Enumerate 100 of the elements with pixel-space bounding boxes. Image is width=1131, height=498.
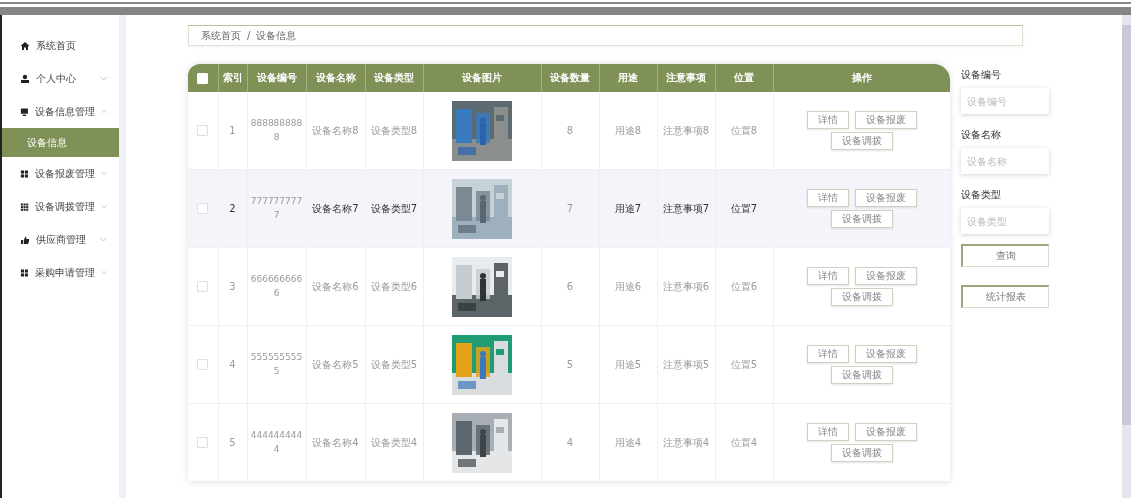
table-cell-text: 6 xyxy=(566,280,574,294)
table-cell-text: 用途4 xyxy=(614,436,642,450)
filter-label: 设备编号 xyxy=(961,68,1002,82)
action-button[interactable]: 设备调拨 xyxy=(830,366,893,384)
table-cell: 4444444444 xyxy=(250,429,303,456)
table-cell: 7777777777 xyxy=(250,195,303,222)
table-row[interactable]: 5 4444444444 设备名称4 设备类型4 4 用途4 注意事项4 位置4 详情 设备报废 设备调拨 xyxy=(188,403,950,482)
table-cell-text: 3 xyxy=(229,280,236,294)
action-button[interactable]: 详情 xyxy=(806,345,849,363)
table-cell-text: 5 xyxy=(229,436,236,450)
table-cell-text: 设备名称4 xyxy=(312,436,359,450)
row-checkbox[interactable] xyxy=(197,125,209,137)
table-row[interactable]: 1 8888888888 设备名称8 设备类型8 8 用途8 注意事项8 位置8 详情 设备报废 设备调拨 xyxy=(188,92,950,170)
monitor-icon xyxy=(20,106,29,117)
sidebar-item[interactable]: 个人中心 xyxy=(2,62,119,95)
input-field[interactable]: 设备名称 xyxy=(961,148,1049,174)
grid-icon xyxy=(20,168,29,179)
action-button[interactable]: 设备报废 xyxy=(854,189,917,207)
table-cell-text: 用途7 xyxy=(614,202,642,216)
action-button[interactable]: 详情 xyxy=(806,111,849,129)
select-all-checkbox[interactable] xyxy=(197,72,209,84)
filter-label: 设备类型 xyxy=(961,188,1002,202)
column-header: 设备类型 xyxy=(365,64,423,92)
action-button[interactable]: 详情 xyxy=(806,267,849,285)
sidebar-subitem[interactable]: 设备信息 xyxy=(2,128,119,157)
report-button[interactable]: 统计报表 xyxy=(961,285,1049,308)
table-cell-text: 8 xyxy=(566,124,574,138)
column-header: 注意事项 xyxy=(657,64,715,92)
column-header: 设备图片 xyxy=(423,64,541,92)
chevron-down-icon xyxy=(100,270,107,275)
table-cell: 8888888888 xyxy=(250,117,303,144)
table-cell-text: 设备名称7 xyxy=(312,202,359,216)
table-cell-text: 4 xyxy=(229,358,236,372)
column-header: 设备数量 xyxy=(541,64,599,92)
action-button[interactable]: 设备报废 xyxy=(854,345,917,363)
row-checkbox[interactable] xyxy=(197,203,209,215)
breadcrumb-item[interactable]: 系统首页 xyxy=(201,28,241,43)
table-cell-text: 位置5 xyxy=(730,358,758,372)
table-cell-text: 位置8 xyxy=(730,124,758,138)
table-row[interactable]: 4 5555555555 设备名称5 设备类型5 5 用途5 注意事项5 位置5 详情 设备报废 设备调拨 xyxy=(188,325,950,404)
table-cell: 5555555555 xyxy=(250,351,303,378)
row-checkbox[interactable] xyxy=(197,359,209,371)
table-cell: 6666666666 xyxy=(250,273,303,300)
action-button[interactable]: 设备报废 xyxy=(854,423,917,441)
row-checkbox[interactable] xyxy=(197,437,209,449)
table-cell-text: 2 xyxy=(229,202,236,216)
action-button[interactable]: 设备调拨 xyxy=(830,444,893,462)
column-header: 操作 xyxy=(773,64,950,92)
column-header: 设备编号 xyxy=(247,64,306,92)
table-cell-text: 用途5 xyxy=(614,358,642,372)
action-button[interactable]: 设备调拨 xyxy=(830,288,893,306)
column-header: 设备名称 xyxy=(306,64,365,92)
grid-icon xyxy=(20,267,29,278)
action-button[interactable]: 详情 xyxy=(806,189,849,207)
table-cell-text: 位置6 xyxy=(730,280,758,294)
table-cell-text: 设备名称8 xyxy=(312,124,359,138)
chevron-down-icon xyxy=(100,171,107,176)
action-button[interactable]: 设备报废 xyxy=(854,111,917,129)
table-cell-text: 设备类型5 xyxy=(370,358,418,372)
input-field[interactable]: 设备编号 xyxy=(961,88,1049,114)
table-cell-text: 设备类型7 xyxy=(370,202,418,216)
sidebar-item[interactable]: 采购申请管理 xyxy=(2,256,119,289)
action-button[interactable]: 详情 xyxy=(806,423,849,441)
search-button[interactable]: 查询 xyxy=(961,244,1049,267)
column-header: 位置 xyxy=(715,64,773,92)
table-cell-text: 设备名称6 xyxy=(312,280,359,294)
table-cell-text: 7 xyxy=(566,202,574,216)
table-row[interactable]: 3 6666666666 设备名称6 设备类型6 6 用途6 注意事项6 位置6 详情 设备报废 设备调拨 xyxy=(188,247,950,326)
table-cell-text: 设备类型8 xyxy=(370,124,418,138)
table-cell-text: 4 xyxy=(566,436,574,450)
table-cell-text: 设备名称5 xyxy=(312,358,359,372)
sidebar-item[interactable]: 设备报废管理 xyxy=(2,157,119,190)
chevron-down-icon xyxy=(100,237,107,242)
home-icon xyxy=(20,40,30,51)
breadcrumb-item[interactable]: 设备信息 xyxy=(256,28,297,43)
table-cell-text: 用途6 xyxy=(614,280,642,294)
sidebar-item[interactable]: 供应商管理 xyxy=(2,223,119,256)
table-cell-text: 位置7 xyxy=(730,202,758,216)
action-button[interactable]: 设备报废 xyxy=(854,267,917,285)
table-cell-text: 位置4 xyxy=(730,436,758,450)
row-checkbox[interactable] xyxy=(197,281,209,293)
action-button[interactable]: 设备调拨 xyxy=(830,210,893,228)
table-row[interactable]: 2 7777777777 设备名称7 设备类型7 7 用途7 注意事项7 位置7 详情 设备报废 设备调拨 xyxy=(188,169,950,248)
breadcrumb-separator: / xyxy=(247,30,251,41)
sidebar-item[interactable]: 系统首页 xyxy=(2,29,119,62)
filter-label: 设备名称 xyxy=(961,128,1002,142)
table-cell-text: 用途8 xyxy=(614,124,642,138)
table-cell-text: 设备类型6 xyxy=(370,280,418,294)
grid-icon xyxy=(20,201,29,212)
sidebar-item[interactable]: 设备信息管理 xyxy=(2,95,119,128)
table-cell-text: 注意事项6 xyxy=(662,280,710,294)
table-cell-text: 注意事项5 xyxy=(662,358,710,372)
action-button[interactable]: 设备调拨 xyxy=(830,132,893,150)
table-cell-text: 1 xyxy=(229,124,236,138)
column-header: 索引 xyxy=(218,64,247,92)
table-cell-text: 注意事项4 xyxy=(662,436,710,450)
sidebar-item[interactable]: 设备调拨管理 xyxy=(2,190,119,223)
scrollbar[interactable] xyxy=(1122,15,1131,498)
user-icon xyxy=(20,73,30,84)
column-header: 用途 xyxy=(599,64,657,92)
